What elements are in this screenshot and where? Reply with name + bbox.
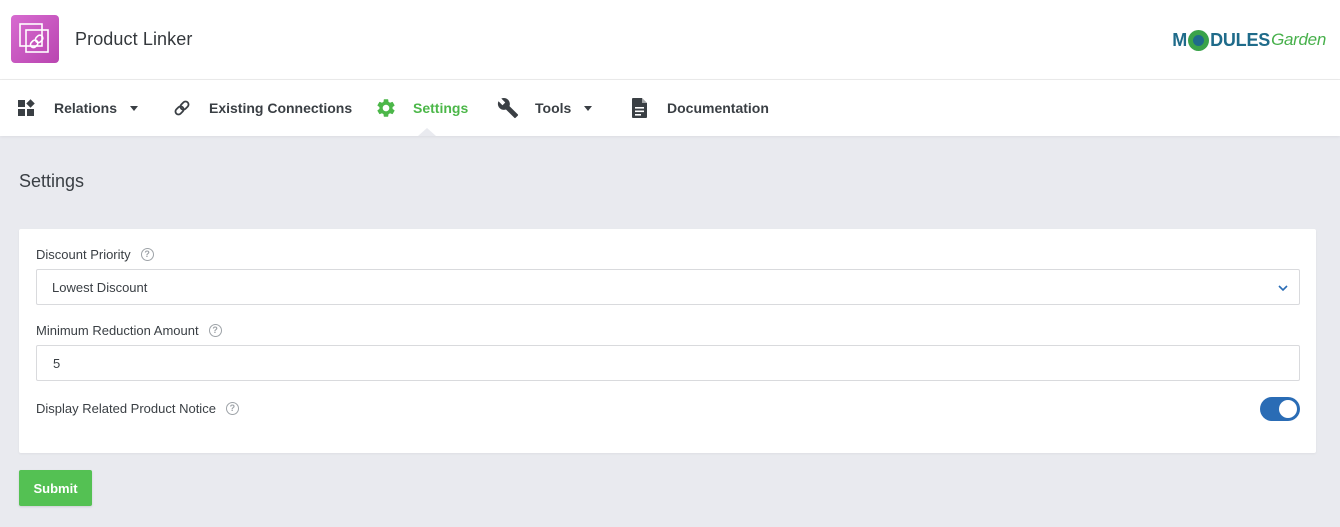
chevron-down-icon [1277, 282, 1289, 297]
app-title: Product Linker [75, 29, 193, 49]
link-icon [171, 97, 193, 119]
nav-label-tools: Tools [535, 100, 572, 116]
nav-label-existing-connections: Existing Connections [209, 100, 353, 116]
widgets-icon [16, 97, 38, 119]
nav-item-existing-connections[interactable]: Existing Connections [171, 80, 352, 136]
related-notice-toggle[interactable] [1260, 397, 1300, 421]
active-tab-pointer [418, 128, 436, 136]
discount-priority-select[interactable]: Lowest Discount [36, 269, 1300, 305]
minimum-reduction-input[interactable]: 5 [36, 345, 1300, 381]
brand-primary-letter: M [1172, 29, 1188, 50]
nav-item-tools[interactable]: Tools [497, 80, 593, 136]
minimum-reduction-label: Minimum Reduction Amount ? [36, 323, 222, 338]
help-icon[interactable]: ? [225, 402, 239, 415]
minimum-reduction-label-text: Minimum Reduction Amount [36, 323, 199, 338]
discount-priority-label-text: Discount Priority [36, 247, 131, 262]
app-header: Product Linker M DULES Garden [0, 0, 1340, 80]
gear-icon [375, 97, 397, 119]
main-navbar: Relations Existing Connections Settings [0, 80, 1340, 136]
nav-label-documentation: Documentation [667, 100, 769, 116]
help-icon[interactable]: ? [208, 324, 222, 337]
help-icon[interactable]: ? [140, 248, 154, 261]
app-logo-icon [11, 15, 59, 63]
page-title: Settings [19, 171, 85, 191]
discount-priority-label: Discount Priority ? [36, 247, 154, 262]
brand-garden-text: Garden [1271, 30, 1326, 49]
submit-button[interactable]: Submit [19, 470, 92, 506]
settings-panel: Discount Priority ? Lowest Discount Mini… [19, 229, 1316, 453]
caret-down-icon [130, 105, 139, 111]
caret-down-icon [584, 105, 593, 111]
wrench-icon [497, 97, 519, 119]
nav-label-relations: Relations [54, 100, 118, 116]
minimum-reduction-value: 5 [53, 355, 61, 371]
related-notice-label-text: Display Related Product Notice [36, 401, 216, 416]
nav-item-relations[interactable]: Relations [16, 80, 139, 136]
globe-icon [1188, 29, 1210, 51]
discount-priority-value: Lowest Discount [52, 279, 148, 295]
toggle-knob [1279, 400, 1297, 418]
document-icon [629, 97, 651, 119]
nav-item-documentation[interactable]: Documentation [629, 80, 769, 136]
nav-label-settings: Settings [413, 100, 469, 116]
brand-modules-text: M DULES [1172, 29, 1271, 51]
brand-logo: M DULES Garden [1172, 27, 1326, 53]
related-notice-label: Display Related Product Notice ? [36, 401, 239, 416]
brand-modules-rest: DULES [1210, 29, 1271, 50]
